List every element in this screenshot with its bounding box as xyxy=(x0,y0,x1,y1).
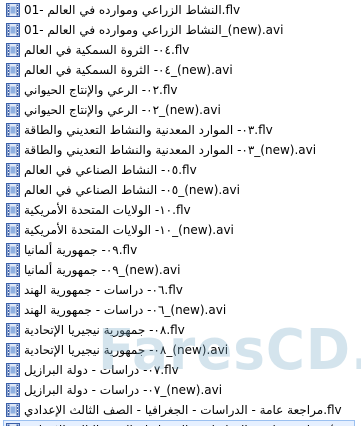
video-file-icon xyxy=(5,322,21,338)
file-name: ٠٥- النشاط الصناعي في العالم_(new).avi xyxy=(24,183,240,197)
file-item[interactable]: ١٠- الولايات المتحدة الأمريكية_(new).avi xyxy=(3,220,355,240)
file-item[interactable]: ٠٢- الرعي والإنتاج الحيواني_(new).avi xyxy=(3,100,355,120)
file-name: ٠٩- جمهورية ألمانيا.flv xyxy=(24,243,138,257)
video-file-icon xyxy=(5,102,21,118)
file-item[interactable]: ٠٦- دراسات - جمهورية الهند.flv xyxy=(3,280,355,300)
video-file-icon xyxy=(5,302,21,318)
file-item[interactable]: ٠٥- النشاط الصناعي في العالم.flv xyxy=(3,160,355,180)
file-item[interactable]: ٠٣- الموارد المعدنية والنشاط التعديني وا… xyxy=(3,140,355,160)
video-file-icon xyxy=(5,262,21,278)
file-item[interactable]: ٠٢- الرعي والإنتاج الحيواني.flv xyxy=(3,80,355,100)
video-file-icon xyxy=(5,382,21,398)
file-name: ١٠- الولايات المتحدة الأمريكية_(new).avi xyxy=(24,223,234,237)
file-name: مراجعة عامة - الدراسات - الجغرافيا - الص… xyxy=(24,420,354,426)
file-item[interactable]: 01- النشاط الزراعي وموارده في العالم_(ne… xyxy=(3,20,355,40)
file-name: ٠٣- الموارد المعدنية والنشاط التعديني وا… xyxy=(24,123,273,137)
file-item[interactable]: مراجعة عامة - الدراسات - الجغرافيا - الص… xyxy=(3,420,355,426)
video-file-icon xyxy=(5,182,21,198)
file-item[interactable]: ٠٤- الثروة السمكية في العالم_(new).avi xyxy=(3,60,355,80)
file-name: ٠٢- الرعي والإنتاج الحيواني.flv xyxy=(24,83,178,97)
file-name: ٠٧- دراسات - دولة البرازيل_(new).avi xyxy=(24,383,223,397)
file-name: ٠٨- جمهورية نيجيريا الإتحادية.flv xyxy=(24,323,185,337)
video-file-icon xyxy=(5,2,21,18)
file-item[interactable]: ١٠- الولايات المتحدة الأمريكية.flv xyxy=(3,200,355,220)
video-file-icon xyxy=(5,402,21,418)
file-item[interactable]: 01- النشاط الزراعي وموارده في العالم.flv xyxy=(3,0,355,20)
video-file-icon xyxy=(5,142,21,158)
file-name: ٠٢- الرعي والإنتاج الحيواني_(new).avi xyxy=(24,103,221,117)
file-name: 01- النشاط الزراعي وموارده في العالم.flv xyxy=(24,3,241,17)
video-file-icon xyxy=(5,162,21,178)
file-item[interactable]: ٠٦- دراسات - جمهورية الهند_(new).avi xyxy=(3,300,355,320)
video-file-icon xyxy=(5,62,21,78)
file-item[interactable]: ٠٧- دراسات - دولة البرازيل_(new).avi xyxy=(3,380,355,400)
video-file-icon xyxy=(5,202,21,218)
file-item[interactable]: ٠٧- دراسات - دولة البرازيل.flv xyxy=(3,360,355,380)
video-file-icon xyxy=(5,422,21,426)
file-name: ٠٨- جمهورية نيجيريا الإتحادية_(new).avi xyxy=(24,343,229,357)
video-file-icon xyxy=(5,282,21,298)
video-file-icon xyxy=(5,342,21,358)
video-file-icon xyxy=(5,222,21,238)
video-file-icon xyxy=(5,42,21,58)
file-name: ٠٧- دراسات - دولة البرازيل.flv xyxy=(24,363,179,377)
file-item[interactable]: ٠٥- النشاط الصناعي في العالم_(new).avi xyxy=(3,180,355,200)
file-name: ١٠- الولايات المتحدة الأمريكية.flv xyxy=(24,203,191,217)
file-item[interactable]: مراجعة عامة - الدراسات - الجغرافيا - الص… xyxy=(3,400,355,420)
file-list: 01- النشاط الزراعي وموارده في العالم.flv… xyxy=(0,0,361,426)
file-item[interactable]: ٠٣- الموارد المعدنية والنشاط التعديني وا… xyxy=(3,120,355,140)
file-item[interactable]: ٠٨- جمهورية نيجيريا الإتحادية.flv xyxy=(3,320,355,340)
file-name: ٠٦- دراسات - جمهورية الهند_(new).avi xyxy=(24,303,227,317)
video-file-icon xyxy=(5,242,21,258)
file-item[interactable]: ٠٨- جمهورية نيجيريا الإتحادية_(new).avi xyxy=(3,340,355,360)
file-name: ٠٤- الثروة السمكية في العالم.flv xyxy=(24,43,190,57)
video-file-icon xyxy=(5,362,21,378)
file-name: ٠٣- الموارد المعدنية والنشاط التعديني وا… xyxy=(24,143,317,157)
file-item[interactable]: ٠٩- جمهورية ألمانيا.flv xyxy=(3,240,355,260)
file-name: مراجعة عامة - الدراسات - الجغرافيا - الص… xyxy=(24,403,342,417)
file-item[interactable]: ٠٤- الثروة السمكية في العالم.flv xyxy=(3,40,355,60)
file-name: ٠٥- النشاط الصناعي في العالم.flv xyxy=(24,163,197,177)
file-item[interactable]: ٠٩- جمهورية ألمانيا_(new).avi xyxy=(3,260,355,280)
file-name: ٠٤- الثروة السمكية في العالم_(new).avi xyxy=(24,63,233,77)
video-file-icon xyxy=(5,82,21,98)
file-name: ٠٩- جمهورية ألمانيا_(new).avi xyxy=(24,263,181,277)
video-file-icon xyxy=(5,22,21,38)
video-file-icon xyxy=(5,122,21,138)
file-name: ٠٦- دراسات - جمهورية الهند.flv xyxy=(24,283,183,297)
file-name: 01- النشاط الزراعي وموارده في العالم_(ne… xyxy=(24,23,284,37)
